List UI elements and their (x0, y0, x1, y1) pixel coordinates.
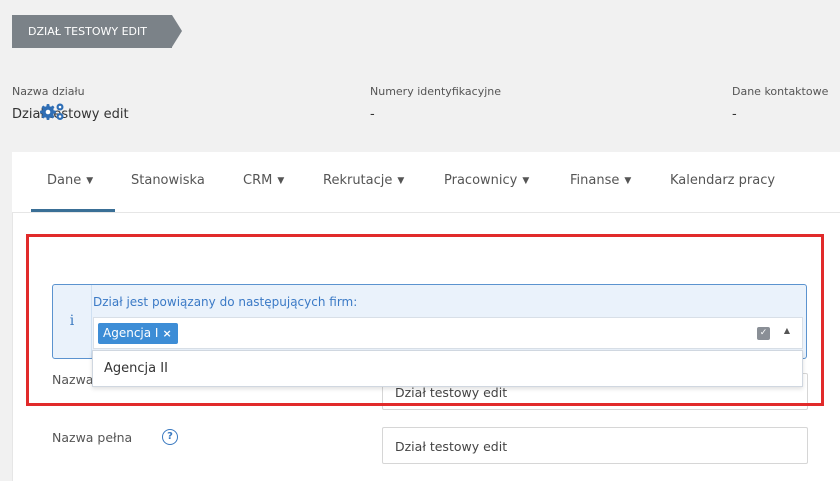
companies-multiselect[interactable]: Agencja I × ✓ ▲ (93, 317, 803, 349)
identifiers-value: - (370, 107, 375, 122)
tab-bar: Dane ▼ Stanowiska CRM ▼ Rekrutacje ▼ Pracow… (12, 152, 840, 212)
remove-tag-icon[interactable]: × (162, 327, 171, 340)
tab-pracownicy-label: Pracownicy (444, 173, 518, 188)
info-icon: i (53, 285, 92, 358)
gears-icon[interactable] (39, 101, 67, 121)
caret-down-icon: ▼ (397, 176, 405, 186)
caret-down-icon: ▼ (624, 176, 632, 186)
short-name-label: Nazwa (52, 372, 94, 387)
help-icon[interactable]: ? (162, 429, 178, 445)
department-name-label: Nazwa działu (12, 85, 85, 98)
tab-pracownicy[interactable]: Pracownicy ▼ (444, 173, 529, 188)
selected-company-label: Agencja I (103, 326, 159, 340)
breadcrumb-label: DZIAŁ TESTOWY EDIT (28, 25, 147, 38)
chevron-up-icon[interactable]: ▲ (784, 326, 790, 335)
select-all-check-icon[interactable]: ✓ (757, 327, 770, 340)
full-name-input[interactable]: Dział testowy edit (382, 427, 808, 464)
dropdown-option[interactable]: Agencja II (104, 361, 168, 376)
alert-message: Dział jest powiązany do następujących fi… (93, 295, 358, 309)
info-department-name: Nazwa działu Dział testowy edit (12, 85, 129, 122)
info-identifiers: Numery identyfikacyjne - (370, 85, 501, 122)
contact-value: - (732, 107, 737, 122)
selected-company-tag[interactable]: Agencja I × (98, 323, 178, 344)
contact-label: Dane kontaktowe (732, 85, 829, 98)
tab-rekrutacje[interactable]: Rekrutacje ▼ (323, 173, 404, 188)
tab-finanse-label: Finanse (570, 173, 620, 188)
tab-finanse[interactable]: Finanse ▼ (570, 173, 631, 188)
tab-dane[interactable]: Dane ▼ (47, 173, 93, 188)
full-name-label: Nazwa pełna (52, 430, 133, 445)
caret-down-icon: ▼ (277, 176, 285, 186)
tab-kalendarz-pracy[interactable]: Kalendarz pracy (670, 173, 775, 188)
tab-dane-label: Dane (47, 173, 82, 188)
tab-stanowiska[interactable]: Stanowiska (131, 173, 205, 188)
breadcrumb[interactable]: DZIAŁ TESTOWY EDIT (12, 15, 182, 48)
companies-dropdown: Agencja II (92, 350, 803, 387)
tab-kalendarz-label: Kalendarz pracy (670, 173, 776, 188)
department-name-value: Dział testowy edit (12, 107, 129, 122)
companies-alert: i Dział jest powiązany do następujących … (52, 284, 807, 359)
info-contact: Dane kontaktowe - (732, 85, 828, 122)
tab-stanowiska-label: Stanowiska (131, 173, 205, 188)
caret-down-icon: ▼ (522, 176, 530, 186)
identifiers-label: Numery identyfikacyjne (370, 85, 502, 98)
tab-rekrutacje-label: Rekrutacje (323, 173, 393, 188)
tab-crm[interactable]: CRM ▼ (243, 173, 284, 188)
tab-crm-label: CRM (243, 173, 273, 188)
caret-down-icon: ▼ (86, 176, 94, 186)
